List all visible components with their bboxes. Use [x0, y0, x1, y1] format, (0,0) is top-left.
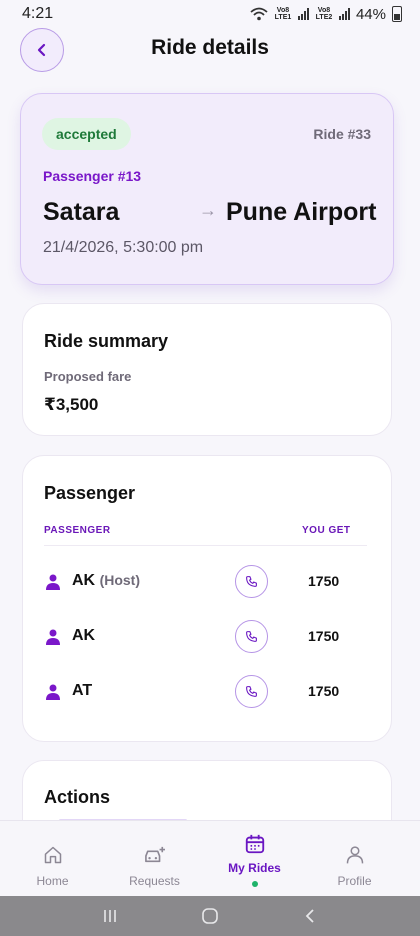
passenger-amount: 1750: [308, 573, 340, 589]
passenger-name: AT: [72, 682, 93, 699]
passenger-card: Passenger PASSENGER YOU GET AK (Host) 17…: [22, 455, 392, 742]
home-icon: [44, 846, 61, 864]
recent-apps-button[interactable]: [90, 896, 130, 936]
nav-profile-label: Profile: [337, 874, 372, 888]
person-icon: [46, 574, 60, 590]
fare-value: ₹3,500: [44, 395, 99, 414]
header-divider: [44, 545, 367, 546]
car-plus-icon: [144, 846, 165, 863]
passenger-row: AT 1750: [23, 672, 391, 712]
page-title: Ride details: [151, 36, 269, 59]
home-circle-icon: [202, 908, 218, 924]
actions-title: Actions: [44, 787, 111, 807]
nav-home[interactable]: Home: [0, 821, 105, 897]
passenger-name: AK (Host): [72, 572, 140, 589]
ride-overview-card: accepted Ride #33 Passenger #13 Satara →…: [20, 93, 394, 285]
home-button[interactable]: [190, 896, 230, 936]
nav-my-rides[interactable]: My Rides: [202, 821, 307, 897]
passenger-number: Passenger #13: [43, 168, 142, 184]
ride-datetime: 21/4/2026, 5:30:00 pm: [43, 239, 204, 256]
person-icon: [46, 629, 60, 645]
route-origin: Satara: [43, 198, 120, 226]
call-button[interactable]: [235, 675, 268, 708]
phone-icon: [246, 576, 257, 587]
ride-summary-card: Ride summary Proposed fare ₹3,500: [22, 303, 392, 436]
status-icons: Vo8 LTE1 Vo8 LTE2 44%: [250, 6, 402, 23]
passenger-row: AK (Host) 1750: [23, 562, 391, 602]
person-icon: [46, 684, 60, 700]
ride-summary-title: Ride summary: [44, 331, 169, 351]
sim2-label: Vo8 LTE2: [315, 7, 333, 21]
nav-requests-label: Requests: [129, 874, 180, 888]
arrow-right-icon: →: [199, 200, 217, 220]
battery-icon: [392, 6, 402, 22]
column-header-passenger: PASSENGER: [44, 525, 111, 536]
call-button[interactable]: [235, 620, 268, 653]
active-indicator-dot: [251, 881, 258, 887]
host-tag: (Host): [99, 572, 140, 588]
wifi-icon: [250, 7, 268, 21]
nav-requests[interactable]: Requests: [102, 821, 207, 897]
nav-profile[interactable]: Profile: [302, 821, 407, 897]
phone-icon: [246, 631, 257, 642]
person-icon: [346, 846, 363, 864]
fare-label: Proposed fare: [44, 369, 132, 384]
nav-my-rides-label: My Rides: [228, 861, 281, 875]
bottom-nav: Home Requests My Rides Profile: [0, 820, 420, 896]
back-arrow-icon: [305, 909, 314, 923]
route-destination: Pune Airport: [226, 198, 377, 226]
column-header-you-get: YOU GET: [302, 525, 351, 536]
phone-icon: [246, 686, 257, 697]
status-time: 4:21: [22, 5, 54, 22]
passenger-name: AK: [72, 627, 96, 644]
passenger-section-title: Passenger: [44, 483, 136, 503]
calendar-icon: [245, 834, 264, 854]
passenger-amount: 1750: [308, 683, 340, 699]
signal1-icon: [297, 8, 309, 20]
recent-apps-icon: [104, 910, 116, 922]
call-button[interactable]: [235, 565, 268, 598]
status-bar: 4:21 Vo8 LTE1 Vo8 LTE2 44%: [0, 0, 420, 28]
sim1-label: Vo8 LTE1: [274, 7, 292, 21]
header: Ride details: [0, 26, 420, 72]
nav-home-label: Home: [36, 874, 69, 888]
signal2-icon: [338, 8, 350, 20]
passenger-row: AK 1750: [23, 617, 391, 657]
system-back-button[interactable]: [290, 896, 330, 936]
ride-number: Ride #33: [313, 126, 371, 142]
status-badge: accepted: [42, 118, 131, 150]
system-nav-bar: [0, 896, 420, 936]
passenger-amount: 1750: [308, 628, 340, 644]
battery-percent: 44%: [355, 5, 386, 23]
